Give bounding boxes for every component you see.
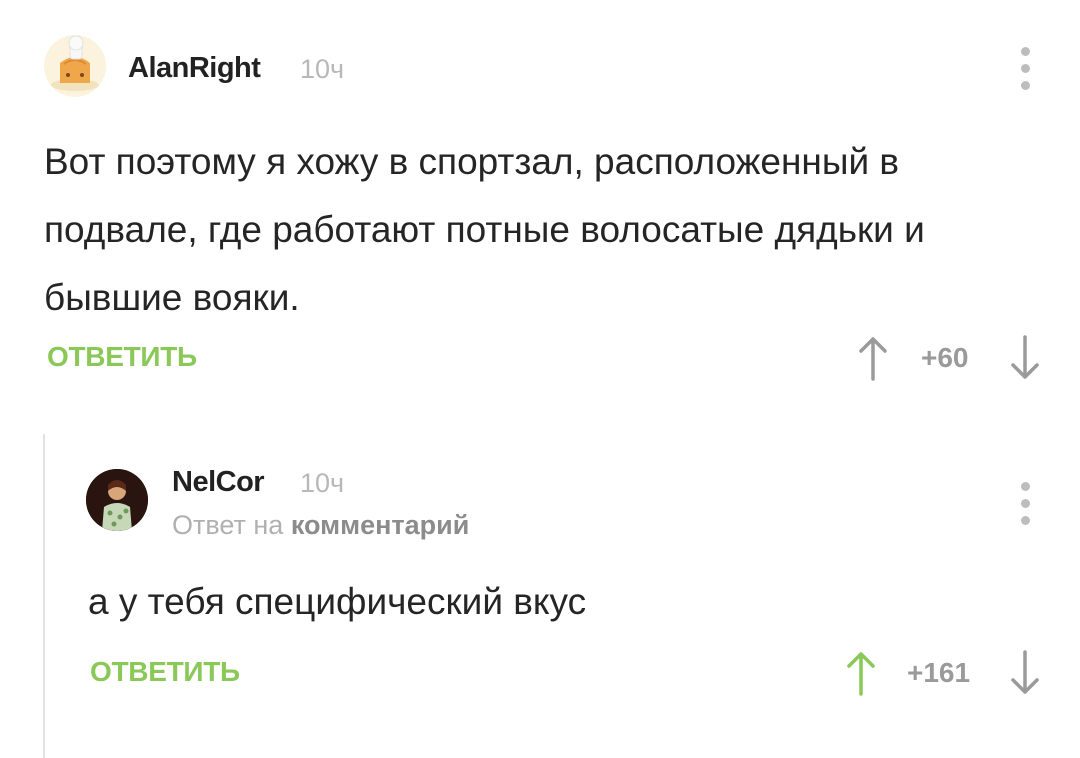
arrow-down-icon: [1011, 650, 1039, 694]
comment-body: Вот поэтому я хожу в спортзал, расположе…: [44, 141, 925, 318]
thread-line: [43, 434, 45, 758]
upvote-button[interactable]: [858, 335, 888, 386]
chef-avatar-icon: [51, 35, 99, 91]
avatar[interactable]: [44, 35, 106, 97]
arrow-up-icon: [847, 652, 875, 696]
reply-prefix: Ответ на: [172, 510, 284, 540]
upvote-button[interactable]: [846, 650, 876, 701]
reply-button[interactable]: ОТВЕТИТЬ: [47, 341, 197, 373]
user-photo-icon: [86, 469, 148, 531]
rating-count: +161: [907, 657, 971, 688]
more-options-icon[interactable]: [1019, 47, 1031, 98]
comment-time: 10ч: [300, 468, 345, 498]
comment-body: а у тебя специфический вкус: [88, 581, 587, 622]
downvote-button[interactable]: [1010, 335, 1040, 386]
downvote-button[interactable]: [1010, 650, 1040, 701]
reply-target-link[interactable]: комментарий: [291, 510, 470, 540]
arrow-up-icon: [859, 337, 887, 381]
arrow-down-icon: [1011, 335, 1039, 379]
more-options-icon[interactable]: [1019, 482, 1031, 533]
username[interactable]: NelCor: [172, 466, 265, 499]
reply-button[interactable]: ОТВЕТИТЬ: [90, 656, 240, 688]
comment-time: 10ч: [300, 54, 345, 84]
reply-to-line: Ответ на комментарий: [172, 510, 469, 541]
rating-count: +60: [921, 342, 969, 373]
username[interactable]: AlanRight: [128, 52, 261, 85]
avatar[interactable]: [86, 469, 148, 531]
